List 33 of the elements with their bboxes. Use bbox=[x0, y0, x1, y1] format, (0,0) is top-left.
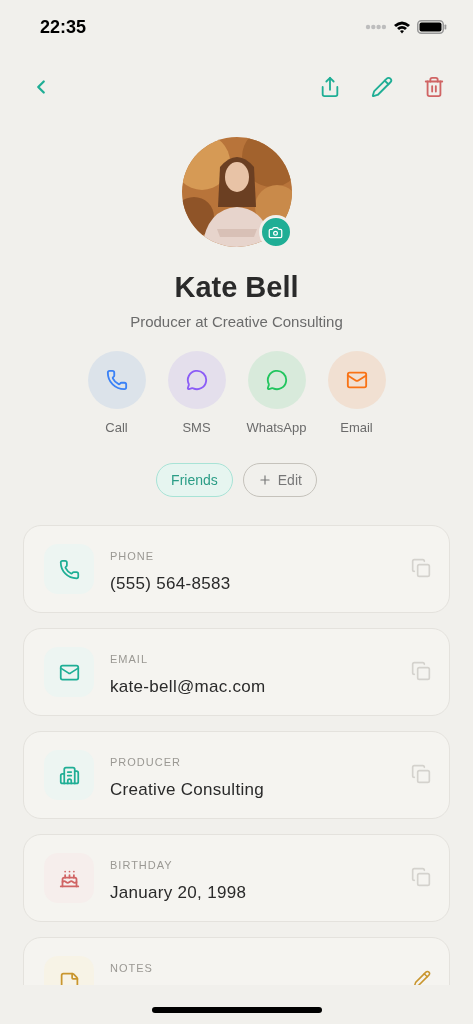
signal-icon bbox=[365, 24, 387, 30]
tag-chip[interactable]: Friends bbox=[156, 463, 233, 497]
field-label: PRODUCER bbox=[110, 755, 182, 769]
field-label: EMAIL bbox=[110, 652, 149, 666]
contact-name: Kate Bell bbox=[174, 270, 299, 305]
field-value: kate-bell@mac.com bbox=[110, 676, 267, 698]
action-label: SMS bbox=[182, 418, 211, 437]
copy-button[interactable] bbox=[411, 661, 431, 681]
copy-button[interactable] bbox=[411, 867, 431, 887]
field-value: Creative Consulting bbox=[110, 779, 266, 801]
action-label: WhatsApp bbox=[246, 418, 307, 437]
action-label: Email bbox=[340, 418, 373, 437]
action-label: Call bbox=[105, 418, 128, 437]
building-icon bbox=[58, 764, 80, 786]
copy-button[interactable] bbox=[411, 764, 431, 784]
note-icon bbox=[58, 970, 80, 985]
plus-icon bbox=[257, 473, 272, 487]
field-label: BIRTHDAY bbox=[110, 858, 174, 872]
wifi-icon bbox=[393, 20, 411, 34]
battery-icon bbox=[417, 20, 447, 34]
contact-subtitle: Producer at Creative Consulting bbox=[130, 312, 343, 332]
chat-bubble-icon bbox=[185, 368, 208, 391]
field-label: PHONE bbox=[110, 549, 156, 563]
chat-bubble-icon bbox=[265, 368, 288, 391]
field-value: January 20, 1998 bbox=[110, 882, 248, 904]
copy-button[interactable] bbox=[411, 558, 431, 578]
phone-icon bbox=[105, 368, 128, 391]
phone-icon bbox=[58, 558, 80, 580]
camera-icon bbox=[268, 224, 283, 240]
field-label: NOTES bbox=[110, 961, 154, 975]
edit-note-button[interactable] bbox=[413, 970, 431, 985]
status-time: 22:35 bbox=[40, 15, 87, 39]
field-value: (555) 564-8583 bbox=[110, 573, 232, 595]
